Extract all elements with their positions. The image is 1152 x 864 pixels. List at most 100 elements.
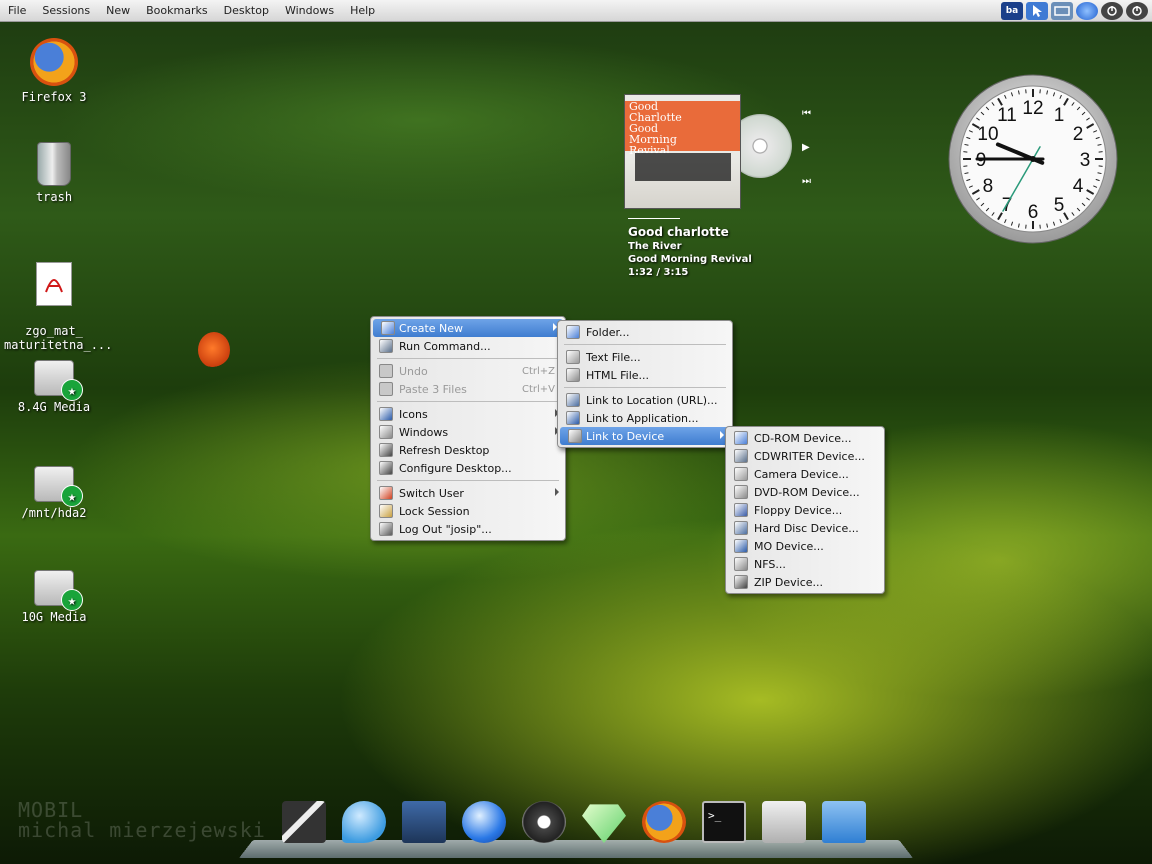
clock-number: 4 <box>1073 176 1084 197</box>
menu-item-label: Camera Device... <box>754 467 849 481</box>
menu-item-label: Link to Location (URL)... <box>586 393 718 407</box>
menu-item-floppy-device[interactable]: Floppy Device... <box>726 501 884 519</box>
play-icon[interactable]: ▶ <box>802 142 810 153</box>
menu-item-configure-desktop[interactable]: Configure Desktop... <box>371 459 565 477</box>
pointer-icon[interactable] <box>1026 2 1048 20</box>
menu-item-dvd-rom-device[interactable]: DVD-ROM Device... <box>726 483 884 501</box>
menu-item-label: Log Out "josip"... <box>399 522 492 536</box>
menu-item-label: Floppy Device... <box>754 503 843 517</box>
menu-item-create-new[interactable]: Create New <box>373 319 563 337</box>
wolf-icon <box>522 801 566 843</box>
menu-new[interactable]: New <box>98 0 138 22</box>
menu-item-undo: Undo Ctrl+Z <box>371 362 565 380</box>
menu-desktop[interactable]: Desktop <box>216 0 277 22</box>
pdf-file-icon <box>36 262 72 306</box>
track-artist: Good charlotte <box>628 225 729 239</box>
menu-item-run-command[interactable]: Run Command... <box>371 337 565 355</box>
menu-item-label: Paste 3 Files <box>399 382 467 396</box>
menu-item-camera-device[interactable]: Camera Device... <box>726 465 884 483</box>
keyboard-layout-icon[interactable]: ba <box>1001 2 1023 20</box>
drive-8gb-desktop-icon[interactable]: ★ 8.4G Media <box>4 352 104 414</box>
pager-icon[interactable] <box>1076 2 1098 20</box>
dock-file-manager[interactable] <box>820 798 868 846</box>
menu-item-label: Create New <box>399 321 464 335</box>
menu-item-html-file[interactable]: HTML File... <box>558 366 732 384</box>
drive-10gb-desktop-icon[interactable]: ★ 10G Media <box>4 562 104 624</box>
menu-item-label: Icons <box>399 407 428 421</box>
menu-item-shortcut: Ctrl+V <box>521 383 555 395</box>
menu-item-folder[interactable]: Folder... <box>558 323 732 341</box>
menu-item-label: NFS... <box>754 557 786 571</box>
nfs-icon <box>734 557 748 571</box>
submenu-arrow-icon <box>720 431 724 439</box>
drive-hda2-desktop-icon[interactable]: ★ /mnt/hda2 <box>4 458 104 520</box>
track-info: Good charlotte The River Good Morning Re… <box>628 218 828 278</box>
menu-item-label: HTML File... <box>586 368 650 382</box>
menu-item-link-to-application[interactable]: Link to Application... <box>558 409 732 427</box>
dock-package-manager[interactable] <box>760 798 808 846</box>
dock-amarok[interactable] <box>520 798 568 846</box>
dock-gem[interactable] <box>580 798 628 846</box>
clock-number: 10 <box>977 124 998 145</box>
analog-clock-widget: 121234567891011 <box>948 74 1118 244</box>
menu-item-hard-disc-device[interactable]: Hard Disc Device... <box>726 519 884 537</box>
dock-video-editor[interactable] <box>280 798 328 846</box>
menu-item-log-out-josip[interactable]: Log Out "josip"... <box>371 520 565 538</box>
menu-item-label: Folder... <box>586 325 630 339</box>
menu-help[interactable]: Help <box>342 0 383 22</box>
menu-item-cd-rom-device[interactable]: CD-ROM Device... <box>726 429 884 447</box>
clock-number: 12 <box>1022 98 1043 119</box>
menu-bookmarks[interactable]: Bookmarks <box>138 0 215 22</box>
logout-icon[interactable] <box>1126 2 1148 20</box>
next-track-icon[interactable]: ⏭ <box>802 176 811 187</box>
icons-icon <box>379 407 393 421</box>
menu-item-windows[interactable]: Windows <box>371 423 565 441</box>
hard-disc-icon <box>734 521 748 535</box>
settings-tools-icon <box>402 801 446 843</box>
undo-icon <box>379 364 393 378</box>
dock-system-settings[interactable] <box>400 798 448 846</box>
power-icon[interactable] <box>1101 2 1123 20</box>
menu-item-refresh-desktop[interactable]: Refresh Desktop <box>371 441 565 459</box>
create-new-icon <box>381 321 395 335</box>
trash-desktop-icon[interactable]: trash <box>4 142 104 204</box>
dock-network-browser[interactable] <box>460 798 508 846</box>
menu-file[interactable]: File <box>0 0 34 22</box>
menu-item-switch-user[interactable]: Switch User <box>371 484 565 502</box>
menu-item-lock-session[interactable]: Lock Session <box>371 502 565 520</box>
firefox-desktop-icon[interactable]: Firefox 3 <box>4 38 104 104</box>
dock-terminal[interactable]: >_ <box>700 798 748 846</box>
menu-item-label: Lock Session <box>399 504 470 518</box>
menubar: File Sessions New Bookmarks Desktop Wind… <box>0 0 383 22</box>
menu-item-link-to-device[interactable]: Link to Device <box>560 427 730 445</box>
menu-item-cdwriter-device[interactable]: CDWRITER Device... <box>726 447 884 465</box>
menu-item-link-to-location-url[interactable]: Link to Location (URL)... <box>558 391 732 409</box>
clapperboard-icon <box>282 801 326 843</box>
menu-windows[interactable]: Windows <box>277 0 342 22</box>
folder-icon <box>566 325 580 339</box>
menu-item-nfs[interactable]: NFS... <box>726 555 884 573</box>
menu-item-text-file[interactable]: Text File... <box>558 348 732 366</box>
previous-track-icon[interactable]: ⏮ <box>802 108 811 119</box>
camera-icon <box>734 467 748 481</box>
menu-item-mo-device[interactable]: MO Device... <box>726 537 884 555</box>
dock-firefox[interactable] <box>640 798 688 846</box>
track-title: The River <box>628 241 682 252</box>
menu-item-icons[interactable]: Icons <box>371 405 565 423</box>
icon-label: Firefox 3 <box>21 90 87 104</box>
html-file-icon <box>566 368 580 382</box>
firefox-icon <box>30 38 78 86</box>
submenu-arrow-icon <box>555 488 559 496</box>
windows-icon <box>379 425 393 439</box>
menu-sessions[interactable]: Sessions <box>34 0 98 22</box>
cdwriter-icon <box>734 449 748 463</box>
gem-icon <box>582 804 626 843</box>
network-icon[interactable] <box>1051 2 1073 20</box>
menu-item-zip-device[interactable]: ZIP Device... <box>726 573 884 591</box>
dock-chat[interactable] <box>340 798 388 846</box>
pdf-desktop-icon[interactable]: zgo_mat_ maturitetna_... <box>4 248 112 366</box>
configure-icon <box>379 461 393 475</box>
menu-separator <box>377 358 559 359</box>
cdrom-icon <box>734 431 748 445</box>
firefox-icon <box>642 801 686 843</box>
